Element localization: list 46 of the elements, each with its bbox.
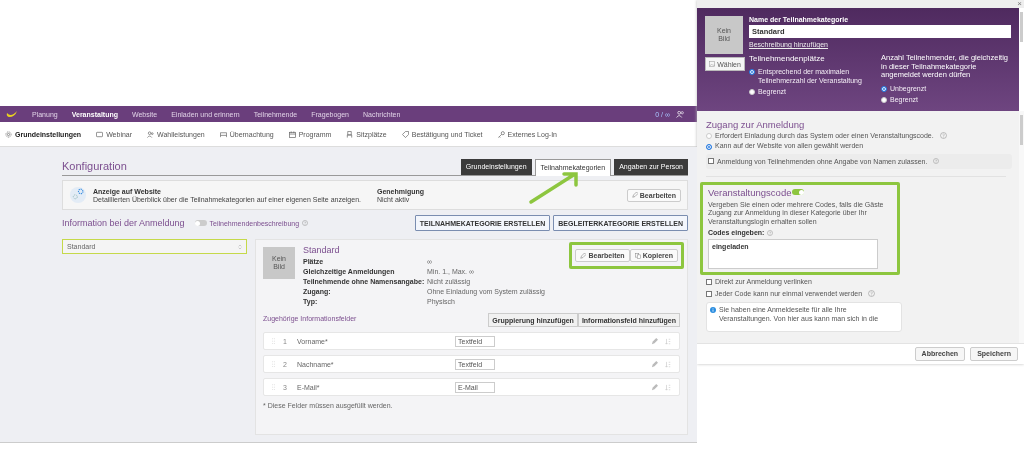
toggle-switch[interactable]: [194, 220, 207, 226]
people-icon[interactable]: [676, 110, 685, 118]
tag-icon: [401, 130, 409, 138]
radio-button[interactable]: [706, 133, 712, 140]
help-icon[interactable]: [933, 158, 940, 164]
help-icon[interactable]: [767, 229, 774, 236]
help-icon[interactable]: [868, 290, 876, 298]
calendar-icon: [288, 130, 296, 138]
radio-button[interactable]: [881, 97, 887, 103]
category-title: Standard: [303, 245, 341, 255]
pencil-icon[interactable]: [651, 337, 658, 345]
monitor-icon: [96, 130, 104, 138]
image-icon: [709, 61, 716, 67]
help-icon[interactable]: [302, 220, 309, 226]
bed-icon: [219, 130, 227, 138]
sort-icon[interactable]: [665, 337, 671, 345]
checkbox[interactable]: [708, 158, 714, 164]
gears-icon: [69, 186, 87, 204]
radio-button[interactable]: [706, 143, 712, 150]
page-title: Konfiguration: [62, 160, 127, 174]
info-icon: [710, 307, 716, 313]
section-title: Information bei der Anmeldung: [62, 218, 185, 228]
pencil-icon[interactable]: [651, 360, 658, 368]
people-icon: [147, 130, 155, 138]
checkbox[interactable]: [706, 279, 712, 286]
gear-icon: [5, 130, 12, 138]
banana-logo: [6, 110, 18, 118]
copy-icon: [634, 252, 641, 259]
pencil-icon: [631, 192, 638, 198]
pencil-icon: [580, 252, 587, 259]
section-heading: Veranstaltungscode: [708, 186, 792, 198]
radio-button[interactable]: [881, 85, 887, 92]
scrollbar[interactable]: [1019, 110, 1024, 343]
sort-icon[interactable]: [665, 383, 671, 391]
section-heading: Teilnehmendenplätze: [749, 54, 826, 63]
seat-icon: [346, 130, 354, 138]
key-icon: [497, 130, 505, 138]
pencil-icon[interactable]: [651, 383, 658, 391]
checkbox[interactable]: [706, 290, 712, 297]
toggle-switch[interactable]: [792, 189, 805, 195]
section-heading: Zugang zur Anmeldung: [706, 118, 806, 130]
radio-button[interactable]: [749, 89, 755, 95]
sort-icon[interactable]: [665, 360, 671, 368]
close-button[interactable]: ×: [1017, 0, 1022, 8]
help-icon[interactable]: [939, 132, 947, 140]
scrollbar[interactable]: [1019, 8, 1024, 111]
